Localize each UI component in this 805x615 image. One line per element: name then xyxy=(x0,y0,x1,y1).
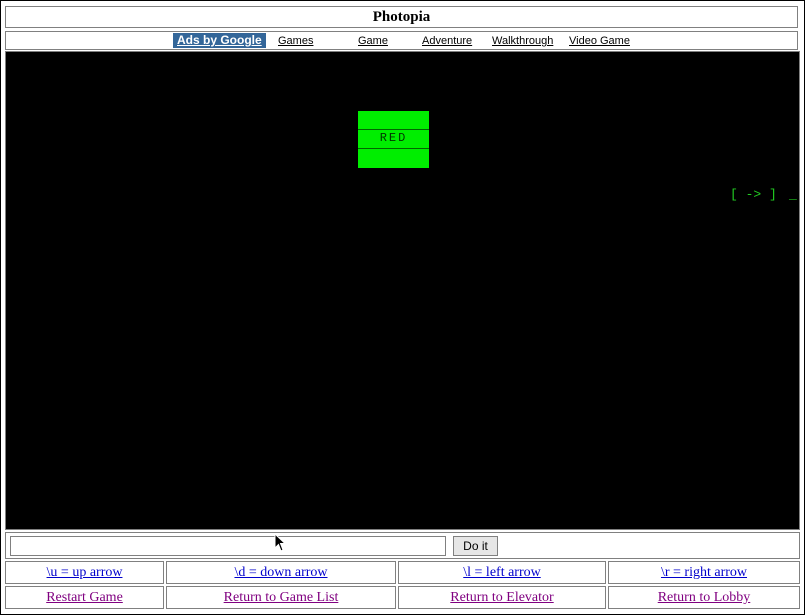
restart-game-link[interactable]: Restart Game xyxy=(46,590,123,605)
help-cell-right: \r = right arrow xyxy=(608,561,800,584)
nav-link-walkthrough[interactable]: Walkthrough xyxy=(492,34,553,48)
command-row: Do it xyxy=(5,532,800,559)
ad-nav-bar: Ads by Google Games Game Adventure Walkt… xyxy=(5,31,798,50)
nav-link-game[interactable]: Game xyxy=(358,34,388,48)
help-cell-up: \u = up arrow xyxy=(5,561,164,584)
box-divider xyxy=(358,129,429,130)
page-title: Photopia xyxy=(5,6,798,28)
help-cell-left: \l = left arrow xyxy=(398,561,606,584)
game-display: RED [ -> ] _ xyxy=(5,51,800,530)
color-word: RED xyxy=(379,131,408,145)
nav-link-video-game[interactable]: Video Game xyxy=(569,34,630,48)
mouse-pointer-icon xyxy=(274,533,286,552)
nav-cell-elevator: Return to Elevator xyxy=(398,586,606,609)
nav-cell-restart: Restart Game xyxy=(5,586,164,609)
help-cell-down: \d = down arrow xyxy=(166,561,396,584)
command-input[interactable] xyxy=(10,536,446,556)
color-box: RED xyxy=(358,111,429,168)
nav-cell-game-list: Return to Game List xyxy=(166,586,396,609)
nav-cell-lobby: Return to Lobby xyxy=(608,586,800,609)
up-arrow-link[interactable]: \u = up arrow xyxy=(47,565,123,580)
right-arrow-link[interactable]: \r = right arrow xyxy=(661,565,747,580)
ads-by-google-label[interactable]: Ads by Google xyxy=(173,33,266,48)
nav-link-adventure[interactable]: Adventure xyxy=(422,34,472,48)
links-table: \u = up arrow \d = down arrow \l = left … xyxy=(5,561,800,611)
arrow-hint: [ -> ] xyxy=(730,187,777,202)
return-to-elevator-link[interactable]: Return to Elevator xyxy=(450,590,553,605)
box-divider xyxy=(358,148,429,149)
nav-link-games[interactable]: Games xyxy=(278,34,313,48)
down-arrow-link[interactable]: \d = down arrow xyxy=(234,565,327,580)
return-to-lobby-link[interactable]: Return to Lobby xyxy=(658,590,751,605)
do-it-button[interactable]: Do it xyxy=(453,536,498,556)
return-to-game-list-link[interactable]: Return to Game List xyxy=(224,590,339,605)
left-arrow-link[interactable]: \l = left arrow xyxy=(463,565,540,580)
text-cursor: _ xyxy=(789,187,797,202)
